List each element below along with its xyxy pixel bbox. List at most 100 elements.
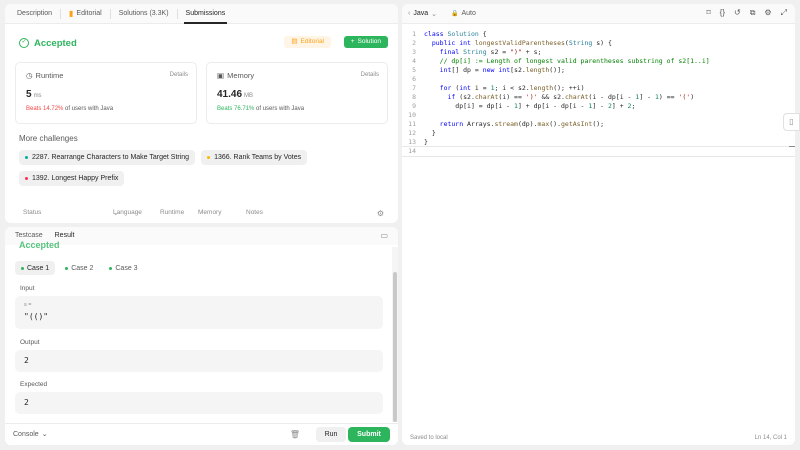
console-toggle[interactable]: Console ⌄	[13, 430, 48, 439]
memory-value: 41.46 MB	[217, 89, 254, 100]
col-notes: Notes	[246, 209, 263, 216]
code-icon: ‹	[408, 10, 411, 17]
runtime-value: 5 ms	[26, 89, 42, 100]
scrollbar-thumb[interactable]	[393, 272, 397, 422]
lock-icon: 🔒	[451, 11, 459, 17]
runtime-header: ◷ Runtime	[26, 71, 64, 80]
auto-mode-toggle[interactable]: 🔒 Auto	[451, 10, 476, 17]
check-circle-icon: ✓	[19, 38, 29, 48]
editor-statusbar: Saved to local Ln 14, Col 1	[402, 431, 795, 445]
col-status[interactable]: Status	[23, 209, 41, 216]
chevron-down-icon: ⌄	[113, 210, 119, 217]
scrollbar[interactable]	[392, 247, 398, 422]
expand-icon[interactable]: ⤢	[781, 8, 787, 18]
code-line: 2 public int longestValidParentheses(Str…	[412, 39, 612, 47]
language-select[interactable]: ‹ Java ⌄	[408, 10, 437, 18]
col-runtime: Runtime	[160, 209, 185, 216]
code-line: 12 }	[408, 129, 436, 137]
chevron-down-icon: ⌄	[431, 10, 438, 18]
save-status: Saved to local	[410, 435, 448, 441]
result-header: ✓ Accepted ▤ Editorial + Solution	[19, 36, 388, 50]
code-line: 1 class Solution {	[412, 30, 487, 38]
submit-button[interactable]: Submit	[348, 427, 390, 442]
reset-icon[interactable]: ↺	[734, 8, 741, 18]
difficulty-dot	[207, 156, 211, 159]
code-line: 3 final String s2 = ")" + s;	[412, 48, 542, 56]
code-line: 8 if (s2.charAt(i) == ')' && s2.charAt(i…	[412, 93, 695, 101]
tab-submissions[interactable]: Submissions	[178, 4, 234, 24]
expected-value: 2	[24, 398, 29, 407]
code-line: 10	[408, 111, 416, 119]
run-button[interactable]: Run	[316, 427, 346, 442]
output-box: 2	[15, 350, 383, 372]
pass-dot	[21, 266, 24, 270]
code-line-current: 14	[402, 146, 795, 157]
testcase-panel: Testcase Result ▭ Accepted Case 1 Case 2…	[5, 227, 398, 445]
note-icon: ▯	[789, 117, 794, 126]
testcase-footer: Console ⌄ 🗑 Run Submit	[5, 423, 398, 445]
trash-icon[interactable]: 🗑	[290, 430, 300, 439]
challenge-chip[interactable]: 1366. Rank Teams by Votes	[201, 150, 308, 165]
code-area[interactable]: 1 class Solution { 2 public int longestVa…	[402, 30, 795, 157]
input-label: Input	[20, 285, 35, 292]
tab-editorial[interactable]: ▮ Editorial	[61, 4, 110, 24]
code-line: 9 dp[i] = dp[i - 1] + dp[i - dp[i - 1] -…	[412, 102, 636, 110]
code-line: 5 int[] dp = new int[s2.length()];	[412, 66, 565, 74]
solution-button[interactable]: + Solution	[343, 36, 388, 48]
book-icon: ▮	[69, 8, 74, 18]
difficulty-dot	[25, 177, 28, 180]
problem-tabbar: Description ▮ Editorial Solutions (3.3K) …	[5, 4, 398, 24]
code-editor-panel: ‹ Java ⌄ 🔒 Auto ⌑ {} ↺ ⧉ ⚙ ⤢ 1 class Solutio…	[402, 4, 795, 445]
challenge-list: 2287. Rearrange Characters to Make Targe…	[19, 150, 359, 186]
output-value: 2	[24, 356, 29, 365]
maximize-icon[interactable]: ▭	[380, 231, 388, 240]
faded-result-status: Accepted	[19, 240, 60, 250]
input-value: "(()"	[24, 312, 49, 321]
accepted-status: Accepted	[34, 37, 77, 49]
challenge-chip[interactable]: 1392. Longest Happy Prefix	[19, 171, 125, 186]
tab-description[interactable]: Description	[9, 4, 60, 24]
memory-header: ▣ Memory	[217, 71, 255, 80]
bookmark-icon[interactable]: ⌑	[707, 8, 711, 18]
more-challenges-title: More challenges	[19, 134, 78, 143]
code-brackets-icon[interactable]: ⧉	[750, 8, 756, 18]
expected-box: 2	[15, 392, 383, 414]
case-tab-1[interactable]: Case 1	[15, 261, 56, 275]
code-line: 6	[412, 75, 416, 83]
memory-beats: Beats 76.71% of users with Java	[217, 106, 305, 112]
input-box: s = "(()"	[15, 296, 383, 329]
runtime-beats: Beats 14.72% of users with Java	[26, 106, 114, 112]
submission-history-header: Status Language ⌄ Runtime Memory Notes ⚙	[23, 209, 384, 218]
gear-icon[interactable]: ⚙	[764, 8, 771, 18]
braces-icon[interactable]: {}	[720, 8, 725, 18]
pass-dot	[109, 266, 113, 270]
runtime-card[interactable]: ◷ Runtime Details 5 ms Beats 14.72% of us…	[15, 62, 197, 124]
editor-actions: ⌑ {} ↺ ⧉ ⚙ ⤢	[707, 8, 787, 18]
case-tabs: Case 1 Case 2 Case 3	[15, 261, 144, 275]
runtime-details-link[interactable]: Details	[170, 72, 188, 78]
case-tab-3[interactable]: Case 3	[103, 261, 143, 275]
clock-icon: ◷	[26, 71, 33, 80]
book-icon: ▤	[291, 38, 298, 45]
code-line: 7 for (int i = 1; i < s2.length(); ++i)	[412, 84, 585, 92]
difficulty-dot	[25, 156, 28, 159]
plus-icon: +	[350, 38, 355, 45]
gear-icon[interactable]: ⚙	[377, 209, 384, 218]
memory-details-link[interactable]: Details	[361, 72, 379, 78]
testcase-tabbar: Testcase Result ▭	[5, 227, 398, 245]
editorial-button[interactable]: ▤ Editorial	[284, 36, 331, 48]
output-label: Output	[20, 339, 40, 346]
case-tab-2[interactable]: Case 2	[59, 261, 99, 275]
note-side-button[interactable]: ▯	[783, 113, 800, 131]
code-line: 13}	[408, 138, 428, 146]
resize-handle[interactable]	[789, 146, 795, 147]
chip-icon: ▣	[217, 71, 225, 80]
challenge-chip[interactable]: 2287. Rearrange Characters to Make Targe…	[19, 150, 196, 165]
chevron-down-icon: ⌄	[41, 431, 48, 438]
submission-panel: Description ▮ Editorial Solutions (3.3K) …	[5, 4, 398, 223]
cursor-position: Ln 14, Col 1	[754, 435, 787, 441]
tab-solutions[interactable]: Solutions (3.3K)	[111, 4, 177, 24]
expected-label: Expected	[20, 381, 48, 388]
memory-card[interactable]: ▣ Memory Details 41.46 MB Beats 76.71% of…	[206, 62, 388, 124]
pass-dot	[65, 266, 69, 270]
